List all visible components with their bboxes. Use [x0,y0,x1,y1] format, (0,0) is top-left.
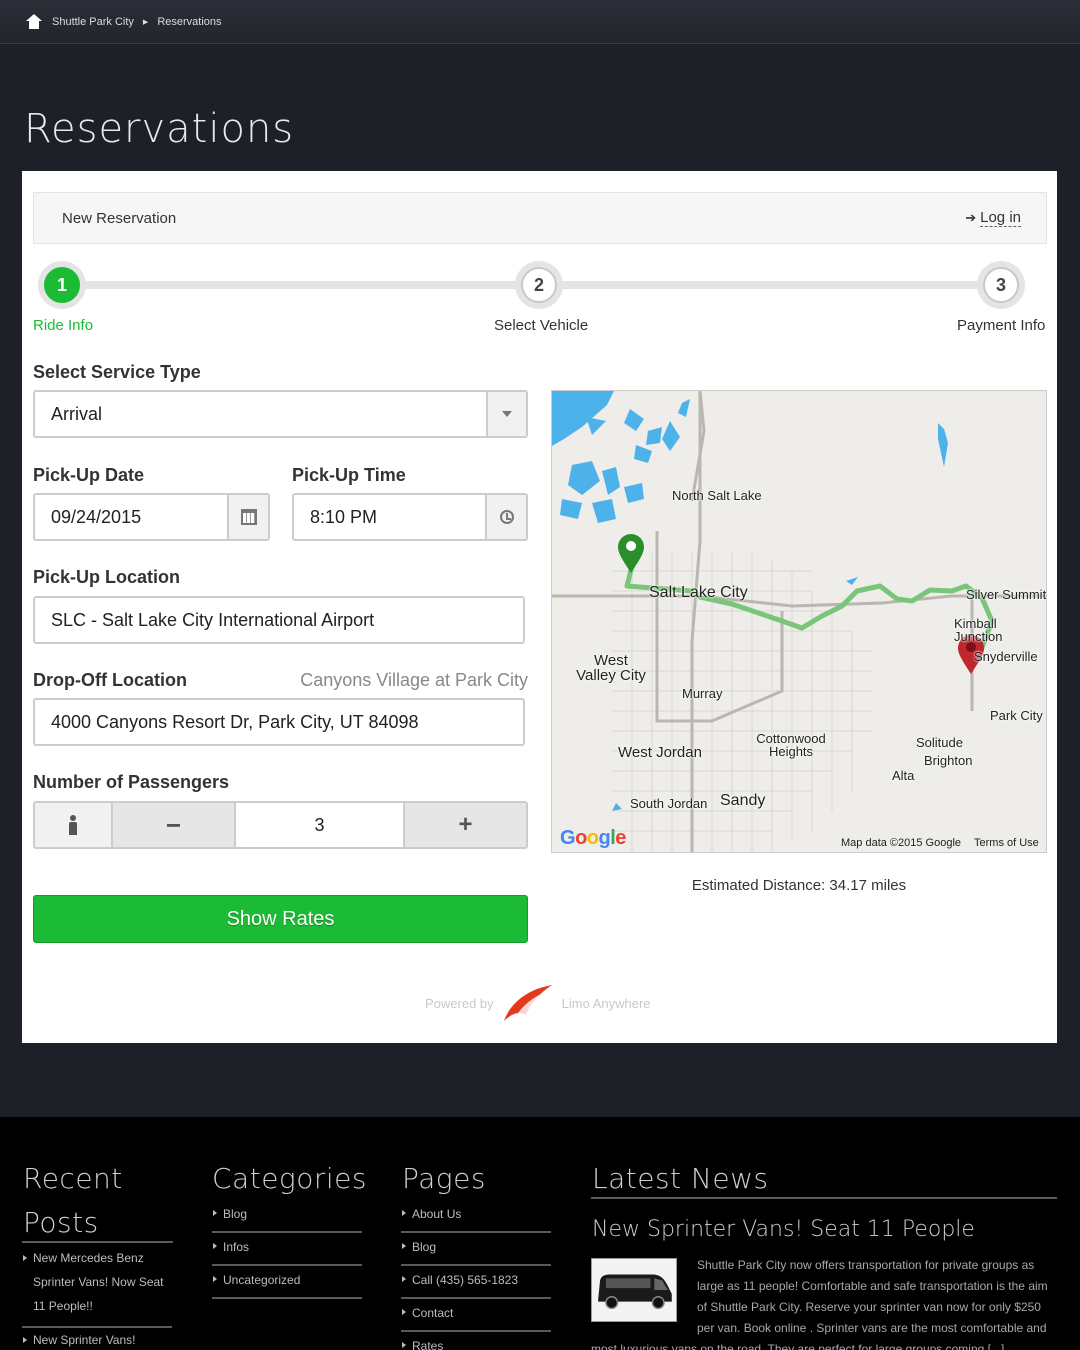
passenger-count[interactable]: 3 [236,803,405,847]
category-link[interactable]: Blog [212,1200,362,1233]
map-label-salt-lake-city: Salt Lake City [649,584,748,601]
show-rates-button[interactable]: Show Rates [33,895,528,943]
powered-by-brand: Limo Anywhere [561,995,651,1011]
pickup-date-field[interactable]: 09/24/2015 [33,493,270,541]
caret-down-icon [502,411,512,417]
step-2-number: 2 [521,267,557,303]
map-label-park-city: Park City [990,708,1043,723]
service-type-select[interactable]: Arrival [33,390,528,438]
step-2-label: Select Vehicle [494,317,589,334]
panel-title: New Reservation [62,209,177,227]
passenger-stepper: − 3 + [33,801,528,849]
map-label-silver-summit: Silver Summit [966,587,1047,602]
map-label-murray: Murray [682,686,723,701]
map-attribution: Map data ©2015 Google [841,837,962,849]
recent-posts-list: New Mercedes Benz Sprinter Vans! Now Sea… [22,1246,172,1350]
increase-passengers-button[interactable]: + [405,803,526,847]
dropoff-location-hint: Canyons Village at Park City [300,670,528,690]
dropoff-location-value: 4000 Canyons Resort Dr, Park City, UT 84… [51,711,419,732]
dropoff-location-label: Drop-Off Location [33,670,187,690]
categories-heading: Categories [212,1162,367,1195]
page-link[interactable]: Blog [401,1233,551,1266]
footer: Recent Posts New Mercedes Benz Sprinter … [0,1117,1080,1350]
map-label-brighton: Brighton [924,753,973,768]
recent-posts-heading: Recent Posts [23,1162,123,1239]
map-label-sandy: Sandy [720,792,766,809]
powered-by: Powered by Limo Anywhere [425,981,651,1025]
step-2[interactable]: 2 [515,261,563,309]
recent-post-link[interactable]: New Mercedes Benz Sprinter Vans! Now Sea… [22,1246,172,1328]
breadcrumb-home[interactable]: Shuttle Park City [52,16,134,28]
step-3[interactable]: 3 [977,261,1025,309]
pages-list: About Us Blog Call (435) 565-1823 Contac… [401,1200,551,1350]
time-picker-button[interactable] [485,495,526,539]
limo-anywhere-logo-icon [503,985,552,1021]
dropdown-toggle[interactable] [486,392,526,436]
pickup-location-input[interactable]: SLC - Salt Lake City International Airpo… [33,596,525,644]
powered-by-prefix: Powered by [425,995,494,1011]
categories-list: Blog Infos Uncategorized [212,1200,362,1299]
breadcrumb-current: Reservations [157,15,222,28]
dropoff-location-input[interactable]: 4000 Canyons Resort Dr, Park City, UT 84… [33,698,525,746]
map-label-south-jordan: South Jordan [630,796,708,811]
login-link[interactable]: ➔ Log in [965,209,1021,227]
page-link[interactable]: Call (435) 565-1823 [401,1266,551,1299]
breadcrumb-separator-icon: ▶ [142,18,149,26]
map-label-alta: Alta [892,768,915,783]
map-label-snyderville: Snyderville [974,649,1038,664]
google-logo: Google [560,827,626,849]
page-link[interactable]: About Us [401,1200,551,1233]
step-3-label: Payment Info [957,317,1046,334]
page-link[interactable]: Rates [401,1332,551,1350]
category-link[interactable]: Uncategorized [212,1266,362,1299]
news-post-thumbnail[interactable] [591,1258,677,1322]
category-link[interactable]: Infos [212,1233,362,1266]
pickup-time-field[interactable]: 8:10 PM [292,493,528,541]
passenger-icon-box [35,803,113,847]
date-picker-button[interactable] [227,495,268,539]
latest-news-heading: Latest News [592,1162,769,1195]
pages-heading: Pages [402,1162,486,1195]
clock-icon [499,510,514,524]
reservation-panel: New Reservation ➔ Log in 1 2 3 Ride Info… [22,171,1057,1043]
sign-in-icon: ➔ [965,210,977,225]
login-label: Log in [980,209,1021,227]
route-map[interactable]: North Salt Lake Salt Lake City West Vall… [551,390,1047,853]
calendar-icon [240,509,257,525]
home-icon[interactable] [26,13,42,30]
page-title: Reservations [24,106,295,152]
latest-news-divider [591,1197,1057,1199]
map-label-kimball-junction: Kimball Junction [954,616,1003,644]
map-label-west-jordan: West Jordan [618,744,702,761]
step-1-label: Ride Info [33,317,94,334]
step-3-number: 3 [983,267,1019,303]
recent-posts-divider [22,1241,173,1243]
map-label-west-valley-city: West Valley City [576,652,646,684]
top-bar: Shuttle Park City ▶ Reservations [0,0,1080,44]
map-label-north-salt-lake: North Salt Lake [672,488,762,503]
map-label-solitude: Solitude [916,735,963,750]
person-icon [68,815,78,835]
map-label-cottonwood-heights: Cottonwood Heights [756,731,826,759]
pickup-location-label: Pick-Up Location [33,567,181,587]
map-terms-link[interactable]: Terms of Use [974,837,1039,849]
panel-header: New Reservation ➔ Log in [33,192,1047,244]
passengers-label: Number of Passengers [33,772,230,792]
service-type-value: Arrival [51,403,103,424]
pickup-location-value: SLC - Salt Lake City International Airpo… [51,609,375,630]
step-1[interactable]: 1 [38,261,86,309]
news-post-title[interactable]: New Sprinter Vans! Seat 11 People [592,1217,975,1242]
recent-post-link[interactable]: New Sprinter Vans! [22,1328,172,1350]
service-type-label: Select Service Type [33,362,201,382]
pickup-time-label: Pick-Up Time [292,465,406,485]
estimated-distance: Estimated Distance: 34.17 miles [691,877,907,894]
pickup-date-value: 09/24/2015 [51,506,142,527]
page-link[interactable]: Contact [401,1299,551,1332]
decrease-passengers-button[interactable]: − [113,803,236,847]
pickup-time-value: 8:10 PM [310,506,378,527]
step-1-number: 1 [44,267,80,303]
pickup-date-label: Pick-Up Date [33,465,145,485]
